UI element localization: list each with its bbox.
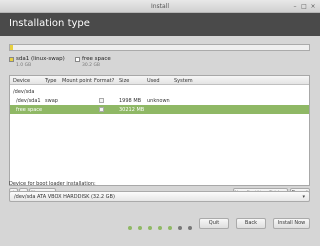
cell-size: 30212 MB: [119, 107, 145, 113]
table-header: Device Type Mount point Format? Size Use…: [10, 76, 309, 85]
column-device[interactable]: Device: [13, 78, 30, 84]
table-row[interactable]: /dev/sda: [10, 87, 309, 96]
boot-loader-label: Device for boot loader installation:: [9, 181, 96, 187]
step-dot: [188, 226, 192, 230]
close-icon[interactable]: ×: [310, 4, 316, 10]
minimize-icon[interactable]: –: [292, 4, 298, 10]
boot-device-value: /dev/sda ATA VBOX HARDDISK (32.2 GB): [14, 194, 115, 200]
step-dot: [168, 226, 172, 230]
legend-size: 30.2 GB: [82, 63, 101, 68]
cell-type: swap: [45, 98, 58, 104]
column-size[interactable]: Size: [119, 78, 129, 84]
boot-device-select[interactable]: /dev/sda ATA VBOX HARDDISK (32.2 GB) ▾: [9, 191, 310, 202]
free-space-swatch: [75, 57, 80, 62]
column-mount-point[interactable]: Mount point: [62, 78, 92, 84]
cell-device: /dev/sda: [13, 89, 35, 95]
format-checkbox[interactable]: [99, 98, 104, 103]
window-title: Install: [150, 3, 170, 10]
step-dot: [158, 226, 162, 230]
step-dot: [138, 226, 142, 230]
column-used[interactable]: Used: [147, 78, 160, 84]
legend-name: free space: [82, 56, 111, 62]
maximize-icon[interactable]: □: [301, 4, 307, 10]
page-header: Installation type: [0, 13, 320, 36]
column-format[interactable]: Format?: [94, 78, 114, 84]
partition-table[interactable]: Device Type Mount point Format? Size Use…: [9, 75, 310, 186]
swap-swatch: [9, 57, 14, 62]
main-content: sda1 (linux-swap) 1.0 GB free space 30.2…: [0, 36, 320, 246]
column-system[interactable]: System: [174, 78, 193, 84]
window-titlebar: Install – □ ×: [0, 0, 320, 13]
cell-size: 1998 MB: [119, 98, 142, 104]
step-dot: [178, 226, 182, 230]
step-dot: [128, 226, 132, 230]
progress-dots: [0, 226, 320, 232]
page-title: Installation type: [9, 18, 90, 29]
step-dot: [148, 226, 152, 230]
disk-usage-bar: [9, 44, 310, 51]
swap-segment: [10, 45, 13, 50]
table-row[interactable]: /dev/sda1 swap 1998 MB unknown: [10, 96, 309, 105]
cell-device: /dev/sda1: [16, 98, 41, 104]
cell-used: unknown: [147, 98, 170, 104]
legend-item-free: free space 30.2 GB: [75, 56, 125, 70]
legend-item-swap: sda1 (linux-swap) 1.0 GB: [9, 56, 69, 70]
format-checkbox[interactable]: [99, 107, 104, 112]
legend-size: 1.0 GB: [16, 63, 32, 68]
chevron-down-icon: ▾: [302, 194, 305, 200]
table-row-selected[interactable]: free space 30212 MB: [10, 105, 309, 114]
column-type[interactable]: Type: [45, 78, 56, 84]
cell-device: free space: [16, 107, 43, 113]
legend-name: sda1 (linux-swap): [16, 56, 65, 62]
